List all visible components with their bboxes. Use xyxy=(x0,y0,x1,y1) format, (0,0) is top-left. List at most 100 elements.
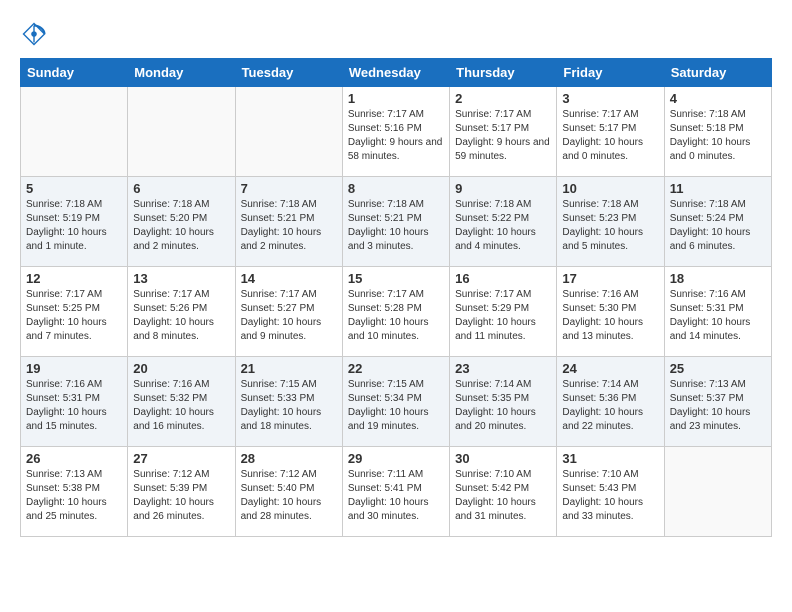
day-info: Sunrise: 7:18 AM Sunset: 5:20 PM Dayligh… xyxy=(133,198,229,254)
day-info: Sunrise: 7:10 AM Sunset: 5:42 PM Dayligh… xyxy=(455,468,551,524)
weekday-header-friday: Friday xyxy=(557,59,664,87)
day-number: 23 xyxy=(455,361,551,376)
day-number: 7 xyxy=(241,181,337,196)
day-cell: 20 Sunrise: 7:16 AM Sunset: 5:32 PM Dayli… xyxy=(128,357,235,447)
day-info: Sunrise: 7:17 AM Sunset: 5:16 PM Dayligh… xyxy=(348,108,444,164)
day-number: 15 xyxy=(348,271,444,286)
day-info: Sunrise: 7:17 AM Sunset: 5:25 PM Dayligh… xyxy=(26,288,122,344)
day-info: Sunrise: 7:17 AM Sunset: 5:27 PM Dayligh… xyxy=(241,288,337,344)
day-cell xyxy=(235,87,342,177)
week-row-5: 26 Sunrise: 7:13 AM Sunset: 5:38 PM Dayli… xyxy=(21,447,772,537)
day-info: Sunrise: 7:16 AM Sunset: 5:32 PM Dayligh… xyxy=(133,378,229,434)
day-info: Sunrise: 7:14 AM Sunset: 5:36 PM Dayligh… xyxy=(562,378,658,434)
weekday-header-sunday: Sunday xyxy=(21,59,128,87)
day-info: Sunrise: 7:10 AM Sunset: 5:43 PM Dayligh… xyxy=(562,468,658,524)
day-cell: 11 Sunrise: 7:18 AM Sunset: 5:24 PM Dayli… xyxy=(664,177,771,267)
day-number: 10 xyxy=(562,181,658,196)
day-cell: 15 Sunrise: 7:17 AM Sunset: 5:28 PM Dayli… xyxy=(342,267,449,357)
day-cell: 3 Sunrise: 7:17 AM Sunset: 5:17 PM Daylig… xyxy=(557,87,664,177)
day-cell: 29 Sunrise: 7:11 AM Sunset: 5:41 PM Dayli… xyxy=(342,447,449,537)
day-number: 2 xyxy=(455,91,551,106)
day-info: Sunrise: 7:11 AM Sunset: 5:41 PM Dayligh… xyxy=(348,468,444,524)
day-info: Sunrise: 7:14 AM Sunset: 5:35 PM Dayligh… xyxy=(455,378,551,434)
day-cell: 31 Sunrise: 7:10 AM Sunset: 5:43 PM Dayli… xyxy=(557,447,664,537)
day-info: Sunrise: 7:17 AM Sunset: 5:17 PM Dayligh… xyxy=(455,108,551,164)
page-header xyxy=(20,20,772,48)
day-cell: 25 Sunrise: 7:13 AM Sunset: 5:37 PM Dayli… xyxy=(664,357,771,447)
weekday-header-tuesday: Tuesday xyxy=(235,59,342,87)
day-number: 14 xyxy=(241,271,337,286)
day-info: Sunrise: 7:16 AM Sunset: 5:31 PM Dayligh… xyxy=(26,378,122,434)
calendar-table: SundayMondayTuesdayWednesdayThursdayFrid… xyxy=(20,58,772,537)
day-number: 5 xyxy=(26,181,122,196)
day-number: 30 xyxy=(455,451,551,466)
day-cell: 30 Sunrise: 7:10 AM Sunset: 5:42 PM Dayli… xyxy=(450,447,557,537)
day-number: 17 xyxy=(562,271,658,286)
day-info: Sunrise: 7:18 AM Sunset: 5:19 PM Dayligh… xyxy=(26,198,122,254)
day-cell: 26 Sunrise: 7:13 AM Sunset: 5:38 PM Dayli… xyxy=(21,447,128,537)
day-info: Sunrise: 7:18 AM Sunset: 5:18 PM Dayligh… xyxy=(670,108,766,164)
day-info: Sunrise: 7:18 AM Sunset: 5:24 PM Dayligh… xyxy=(670,198,766,254)
day-number: 26 xyxy=(26,451,122,466)
day-number: 12 xyxy=(26,271,122,286)
day-info: Sunrise: 7:16 AM Sunset: 5:31 PM Dayligh… xyxy=(670,288,766,344)
day-number: 22 xyxy=(348,361,444,376)
day-cell: 14 Sunrise: 7:17 AM Sunset: 5:27 PM Dayli… xyxy=(235,267,342,357)
day-info: Sunrise: 7:15 AM Sunset: 5:34 PM Dayligh… xyxy=(348,378,444,434)
day-number: 21 xyxy=(241,361,337,376)
weekday-header-wednesday: Wednesday xyxy=(342,59,449,87)
day-cell: 28 Sunrise: 7:12 AM Sunset: 5:40 PM Dayli… xyxy=(235,447,342,537)
day-info: Sunrise: 7:18 AM Sunset: 5:22 PM Dayligh… xyxy=(455,198,551,254)
day-info: Sunrise: 7:16 AM Sunset: 5:30 PM Dayligh… xyxy=(562,288,658,344)
logo-icon xyxy=(20,20,48,48)
weekday-header-monday: Monday xyxy=(128,59,235,87)
logo xyxy=(20,20,52,48)
day-info: Sunrise: 7:18 AM Sunset: 5:21 PM Dayligh… xyxy=(241,198,337,254)
day-info: Sunrise: 7:13 AM Sunset: 5:37 PM Dayligh… xyxy=(670,378,766,434)
day-number: 11 xyxy=(670,181,766,196)
day-cell: 10Sunrise: 7:18 AM Sunset: 5:23 PM Dayli… xyxy=(557,177,664,267)
day-cell: 7 Sunrise: 7:18 AM Sunset: 5:21 PM Daylig… xyxy=(235,177,342,267)
day-cell: 16 Sunrise: 7:17 AM Sunset: 5:29 PM Dayli… xyxy=(450,267,557,357)
day-number: 13 xyxy=(133,271,229,286)
day-number: 16 xyxy=(455,271,551,286)
day-info: Sunrise: 7:17 AM Sunset: 5:17 PM Dayligh… xyxy=(562,108,658,164)
day-info: Sunrise: 7:15 AM Sunset: 5:33 PM Dayligh… xyxy=(241,378,337,434)
day-number: 24 xyxy=(562,361,658,376)
week-row-3: 12 Sunrise: 7:17 AM Sunset: 5:25 PM Dayli… xyxy=(21,267,772,357)
day-number: 8 xyxy=(348,181,444,196)
day-info: Sunrise: 7:18 AM Sunset: 5:21 PM Dayligh… xyxy=(348,198,444,254)
day-cell: 18Sunrise: 7:16 AM Sunset: 5:31 PM Dayli… xyxy=(664,267,771,357)
day-info: Sunrise: 7:13 AM Sunset: 5:38 PM Dayligh… xyxy=(26,468,122,524)
day-cell: 2 Sunrise: 7:17 AM Sunset: 5:17 PM Daylig… xyxy=(450,87,557,177)
weekday-header-row: SundayMondayTuesdayWednesdayThursdayFrid… xyxy=(21,59,772,87)
weekday-header-thursday: Thursday xyxy=(450,59,557,87)
day-cell: 4 Sunrise: 7:18 AM Sunset: 5:18 PM Daylig… xyxy=(664,87,771,177)
day-info: Sunrise: 7:12 AM Sunset: 5:40 PM Dayligh… xyxy=(241,468,337,524)
day-number: 3 xyxy=(562,91,658,106)
week-row-1: 1Sunrise: 7:17 AM Sunset: 5:16 PM Daylig… xyxy=(21,87,772,177)
day-cell: 22 Sunrise: 7:15 AM Sunset: 5:34 PM Dayli… xyxy=(342,357,449,447)
day-number: 19 xyxy=(26,361,122,376)
day-info: Sunrise: 7:12 AM Sunset: 5:39 PM Dayligh… xyxy=(133,468,229,524)
day-cell: 8 Sunrise: 7:18 AM Sunset: 5:21 PM Daylig… xyxy=(342,177,449,267)
day-cell: 19 Sunrise: 7:16 AM Sunset: 5:31 PM Dayli… xyxy=(21,357,128,447)
week-row-4: 19 Sunrise: 7:16 AM Sunset: 5:31 PM Dayli… xyxy=(21,357,772,447)
day-cell: 23 Sunrise: 7:14 AM Sunset: 5:35 PM Dayli… xyxy=(450,357,557,447)
day-cell xyxy=(21,87,128,177)
day-number: 28 xyxy=(241,451,337,466)
day-cell: 27Sunrise: 7:12 AM Sunset: 5:39 PM Dayli… xyxy=(128,447,235,537)
day-number: 9 xyxy=(455,181,551,196)
week-row-2: 5 Sunrise: 7:18 AM Sunset: 5:19 PM Daylig… xyxy=(21,177,772,267)
day-cell xyxy=(128,87,235,177)
day-cell: 13Sunrise: 7:17 AM Sunset: 5:26 PM Dayli… xyxy=(128,267,235,357)
day-number: 20 xyxy=(133,361,229,376)
day-number: 29 xyxy=(348,451,444,466)
day-info: Sunrise: 7:17 AM Sunset: 5:28 PM Dayligh… xyxy=(348,288,444,344)
day-cell: 1Sunrise: 7:17 AM Sunset: 5:16 PM Daylig… xyxy=(342,87,449,177)
day-number: 31 xyxy=(562,451,658,466)
day-number: 25 xyxy=(670,361,766,376)
day-number: 4 xyxy=(670,91,766,106)
day-cell: 5 Sunrise: 7:18 AM Sunset: 5:19 PM Daylig… xyxy=(21,177,128,267)
day-info: Sunrise: 7:17 AM Sunset: 5:29 PM Dayligh… xyxy=(455,288,551,344)
